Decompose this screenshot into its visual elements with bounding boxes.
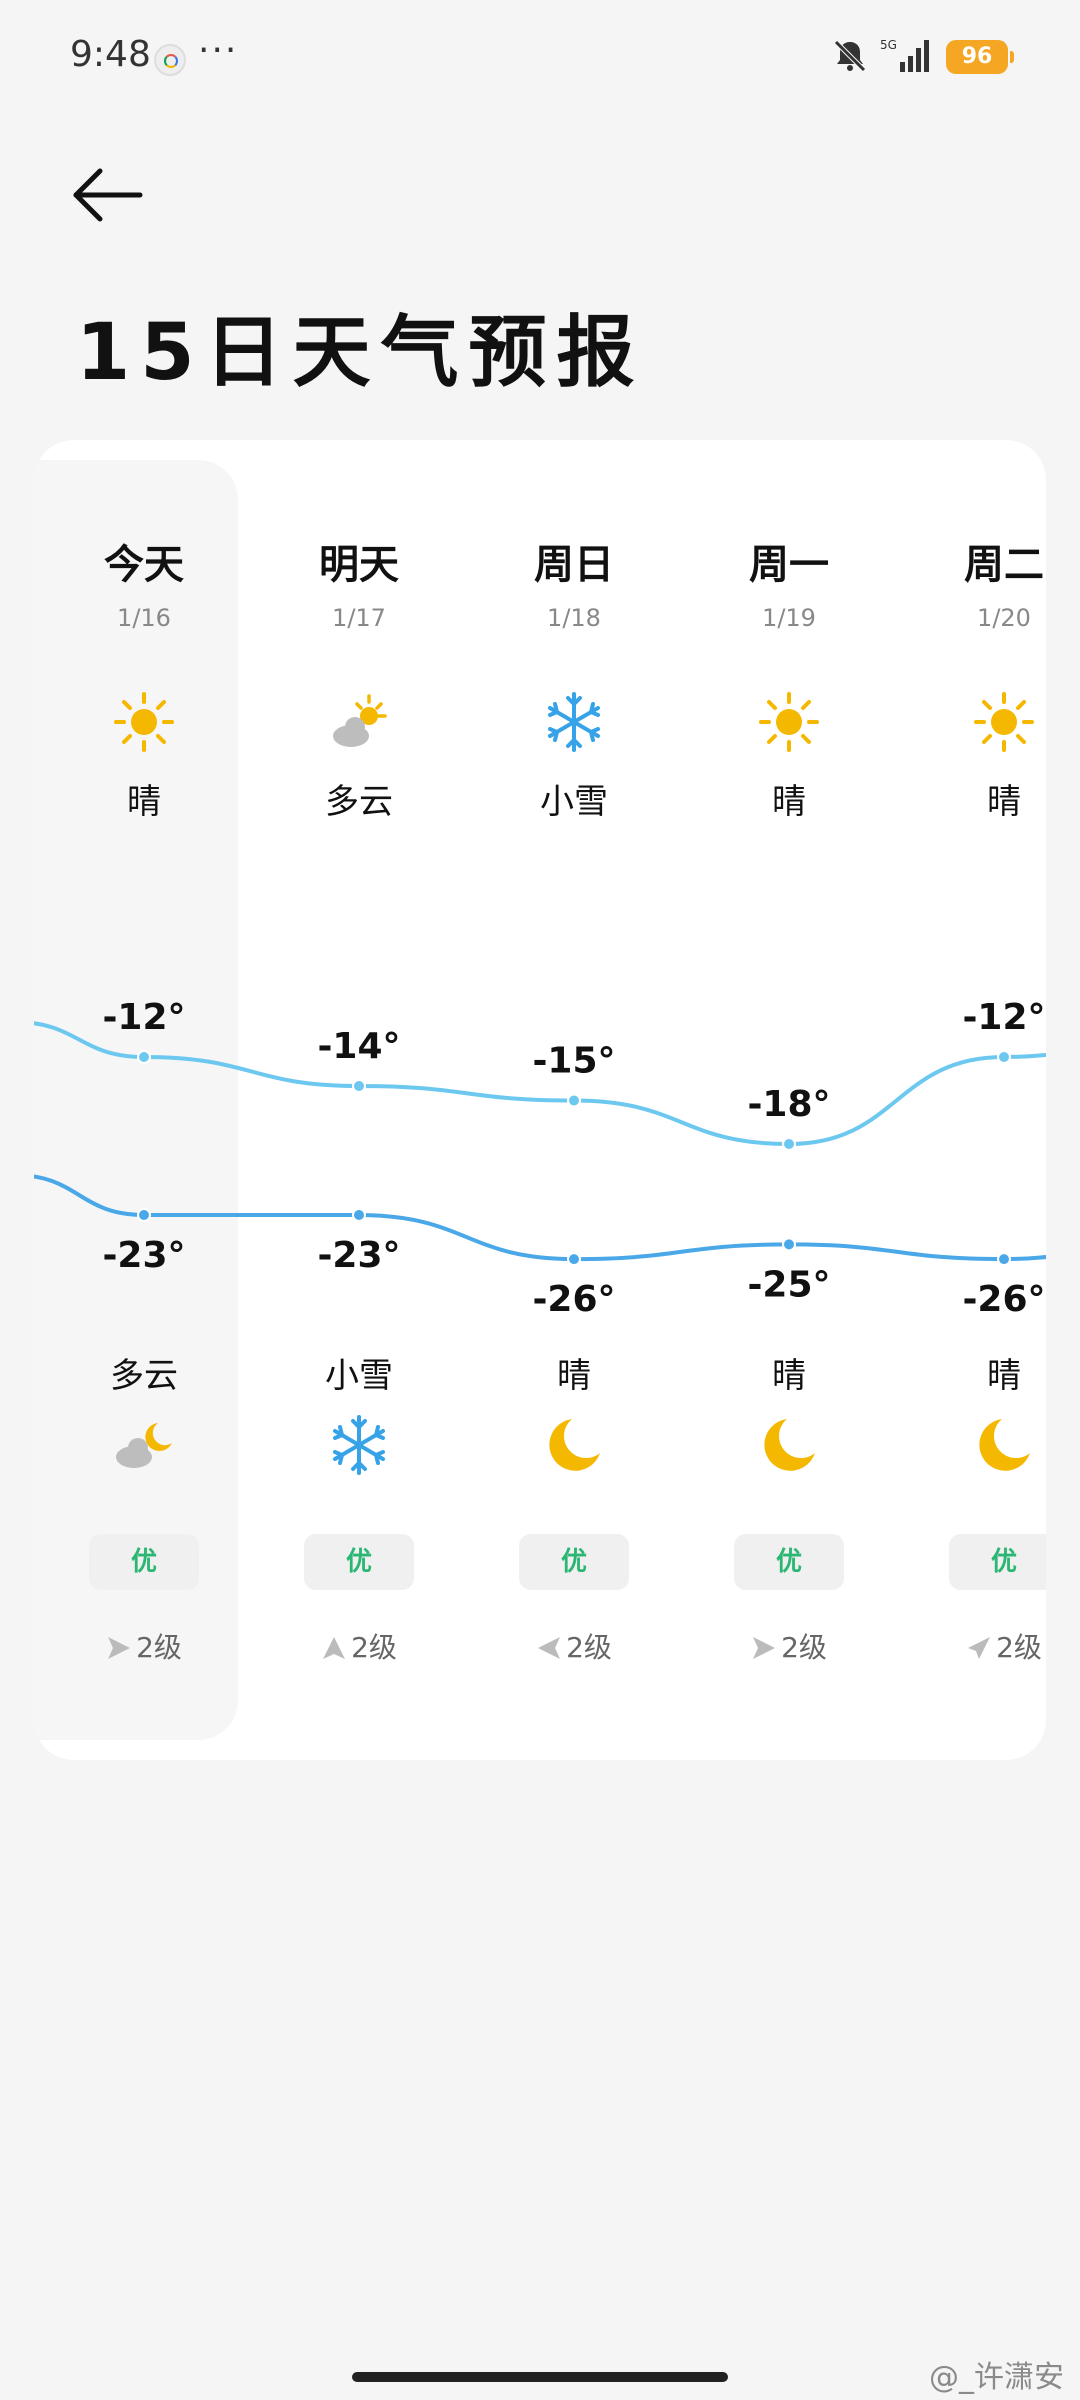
bell-off-icon — [834, 40, 866, 72]
status-time: 9:48 — [70, 34, 151, 75]
wind-level: 2级 — [136, 1631, 182, 1664]
network-type-label: 5G — [880, 38, 897, 52]
wind-level: 2级 — [566, 1631, 612, 1664]
back-arrow-icon[interactable] — [70, 160, 150, 230]
app-notification-icon — [154, 44, 186, 76]
day-date: 1/16 — [117, 604, 171, 632]
wind-level: 2级 — [996, 1631, 1042, 1664]
wind-direction-east-icon — [753, 1637, 776, 1659]
moon-icon — [764, 1419, 815, 1471]
day-weather: 晴 — [772, 782, 806, 822]
more-notifications-icon: ··· — [198, 30, 239, 71]
battery-indicator: 96 — [946, 40, 1014, 74]
night-weather: 多云 — [110, 1356, 178, 1396]
day-date: 1/18 — [547, 604, 601, 632]
wind-info: 2级 — [681, 1626, 897, 1666]
day-name: 明天 — [319, 542, 399, 588]
status-bar: 9:48 ··· 5G 96 — [0, 0, 1080, 115]
moon-icon — [549, 1419, 600, 1471]
wind-direction-west-icon — [538, 1637, 561, 1659]
page-title: 15日天气预报 — [76, 308, 645, 398]
aqi-badge: 优 — [304, 1534, 414, 1590]
signal-5g-icon: 5G — [880, 38, 929, 72]
day-name: 周二 — [964, 542, 1044, 588]
forecast-day-monday[interactable]: 周一 1/19 晴 晴 优 2级 — [681, 440, 897, 1760]
home-indicator[interactable] — [352, 2372, 728, 2382]
cloudy-night-icon — [116, 1423, 172, 1468]
wind-direction-north-icon — [323, 1637, 346, 1659]
wind-level: 2级 — [781, 1631, 827, 1664]
wind-direction-east-icon — [108, 1637, 131, 1659]
sun-icon — [114, 692, 174, 752]
forecast-card[interactable]: 今天 1/16 晴 多云 优 2级 明天 1/17 多云 小雪 优 2级 周日 … — [34, 440, 1046, 1760]
wind-direction-southwest-icon — [968, 1637, 991, 1659]
day-weather: 小雪 — [540, 782, 608, 822]
day-name: 今天 — [104, 542, 184, 588]
sun-icon — [974, 692, 1034, 752]
snowflake-icon — [333, 1415, 385, 1475]
day-weather: 晴 — [127, 782, 161, 822]
day-name: 周一 — [749, 542, 829, 588]
night-weather: 晴 — [987, 1356, 1021, 1396]
partly-cloudy-icon — [333, 694, 387, 747]
forecast-day-sunday[interactable]: 周日 1/18 小雪 晴 优 2级 — [466, 440, 682, 1760]
wind-level: 2级 — [351, 1631, 397, 1664]
day-date: 1/19 — [762, 604, 816, 632]
aqi-badge: 优 — [949, 1534, 1046, 1590]
wind-info: 2级 — [251, 1626, 467, 1666]
night-weather: 晴 — [772, 1356, 806, 1396]
weibo-watermark: @_许潇安 — [929, 2360, 1064, 2395]
day-name: 周日 — [534, 542, 614, 588]
forecast-day-today[interactable]: 今天 1/16 晴 多云 优 2级 — [36, 440, 252, 1760]
aqi-badge: 优 — [89, 1534, 199, 1590]
wind-info: 2级 — [896, 1626, 1046, 1666]
day-date: 1/20 — [977, 604, 1031, 632]
aqi-badge: 优 — [519, 1534, 629, 1590]
day-weather: 晴 — [987, 782, 1021, 822]
night-weather: 晴 — [557, 1356, 591, 1396]
night-weather: 小雪 — [325, 1356, 393, 1396]
day-weather: 多云 — [325, 782, 393, 822]
moon-icon — [979, 1419, 1030, 1471]
wind-info: 2级 — [36, 1626, 252, 1666]
forecast-day-tomorrow[interactable]: 明天 1/17 多云 小雪 优 2级 — [251, 440, 467, 1760]
snowflake-icon — [548, 692, 600, 752]
aqi-badge: 优 — [734, 1534, 844, 1590]
day-date: 1/17 — [332, 604, 386, 632]
forecast-day-tuesday[interactable]: 周二 1/20 晴 晴 优 2级 — [896, 440, 1046, 1760]
sun-icon — [759, 692, 819, 752]
wind-info: 2级 — [466, 1626, 682, 1666]
